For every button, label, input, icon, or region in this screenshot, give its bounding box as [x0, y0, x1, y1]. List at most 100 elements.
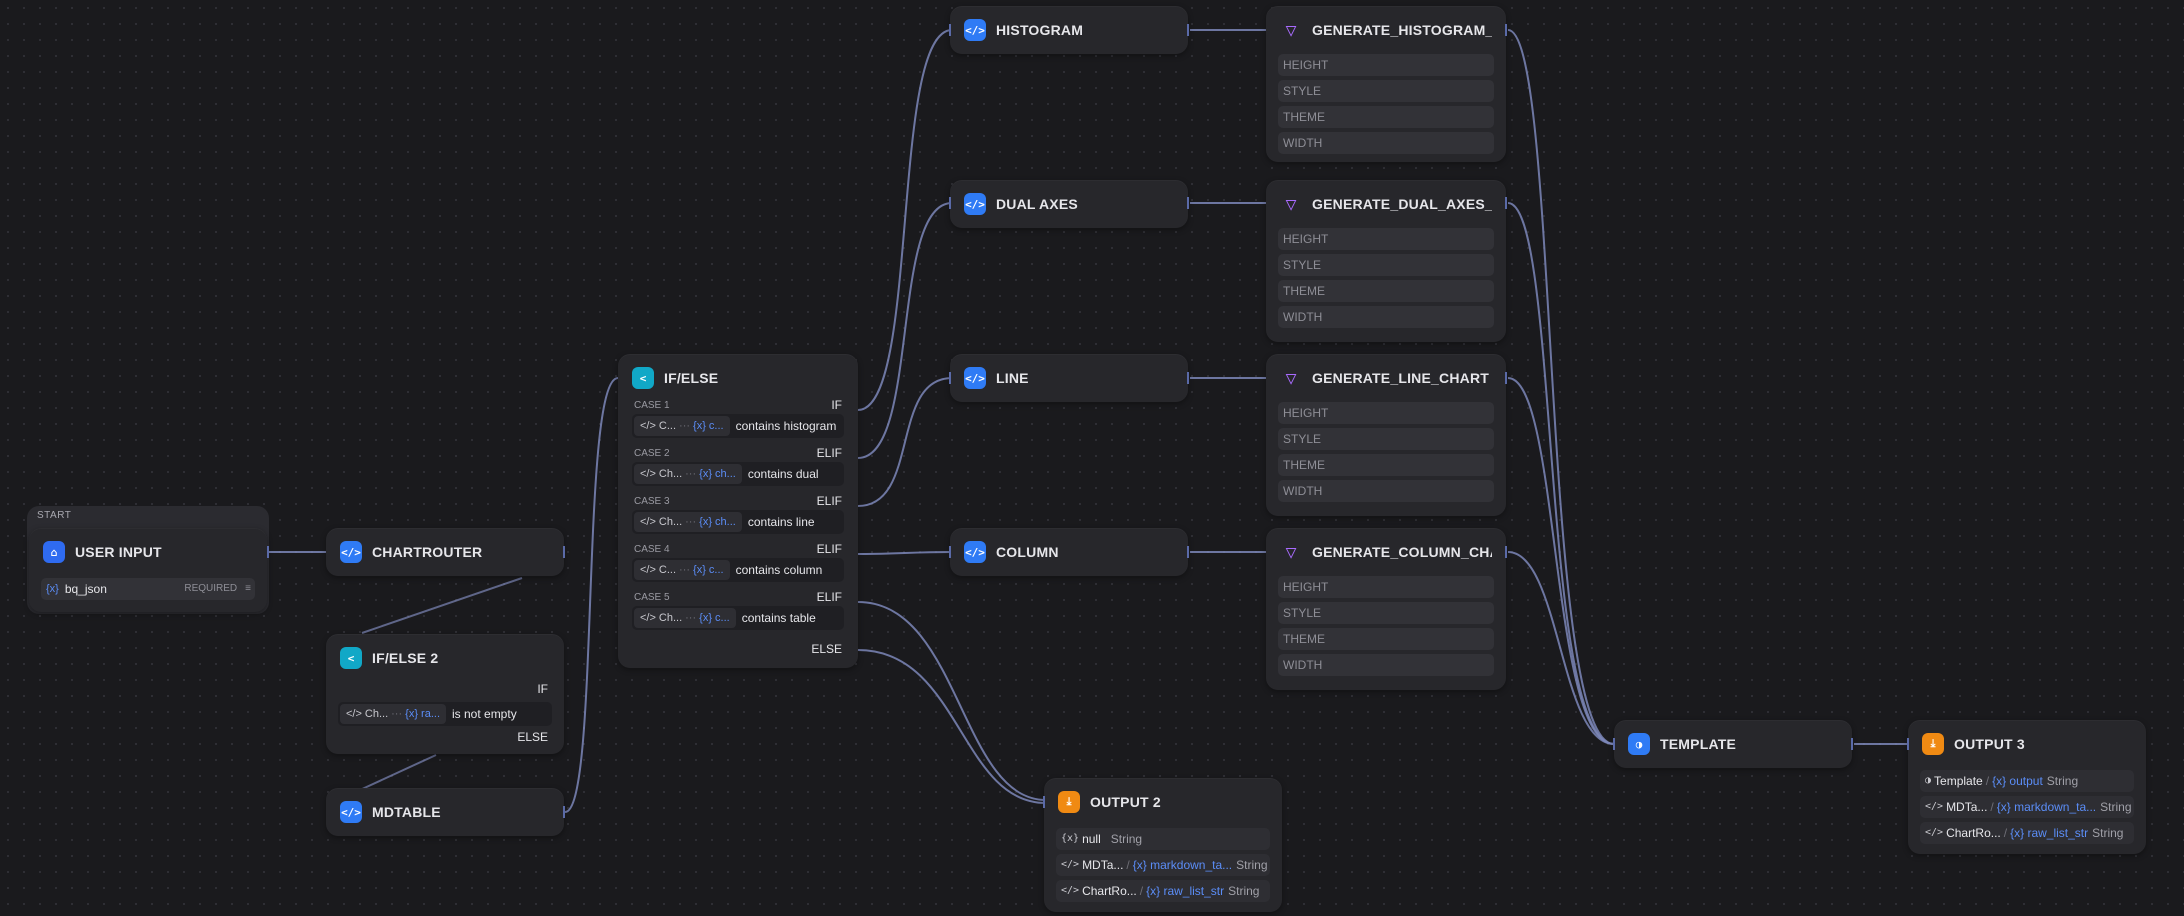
- column-node[interactable]: </> COLUMN: [950, 528, 1188, 576]
- handle[interactable]: [949, 372, 951, 384]
- variable-name: {x} raw_list_str: [1146, 884, 1225, 898]
- chartrouter-node[interactable]: </> CHARTROUTER: [326, 528, 564, 576]
- start-tag: START: [37, 510, 72, 521]
- variable-name: {x} markdown_ta...: [1996, 800, 2097, 814]
- code-icon: </>: [340, 541, 362, 563]
- condition-row[interactable]: </> Ch... ··· {x} ra... is not empty: [338, 702, 552, 726]
- generate-line-chart-node[interactable]: ▽ GENERATE_LINE_CHART HEIGHT STYLE THEME WI…: [1266, 354, 1506, 516]
- ifelse-node[interactable]: < IF/ELSE CASE 1 IF </> C... ··· {x} c..…: [618, 354, 858, 668]
- handle[interactable]: [1187, 546, 1189, 558]
- dual-axes-node[interactable]: </> DUAL AXES: [950, 180, 1188, 228]
- param-width[interactable]: WIDTH: [1278, 480, 1494, 502]
- output3-node[interactable]: ⤓ OUTPUT 3 ◑ Template / {x} output Strin…: [1908, 720, 2146, 854]
- param-height[interactable]: HEIGHT: [1278, 402, 1494, 424]
- edge-llm-hist-template: [1507, 29, 1615, 745]
- param-style[interactable]: STYLE: [1278, 254, 1494, 276]
- start-node[interactable]: START ⌂ USER INPUT {x} bq_json REQUIRED …: [27, 506, 269, 614]
- output-variable-row[interactable]: </> MDTa... / {x} markdown_ta... String: [1920, 796, 2134, 818]
- handle[interactable]: [1043, 796, 1045, 808]
- param-height[interactable]: HEIGHT: [1278, 228, 1494, 250]
- node-title: DUAL AXES: [996, 196, 1078, 212]
- branch-icon: <: [340, 647, 362, 669]
- output-variable-row[interactable]: ◑ Template / {x} output String: [1920, 770, 2134, 792]
- param-theme[interactable]: THEME: [1278, 106, 1494, 128]
- variable-source-icon: ◑: [1925, 775, 1932, 786]
- handle[interactable]: [1505, 372, 1507, 384]
- variable-source: MDTa...: [1946, 800, 1988, 814]
- param-height[interactable]: HEIGHT: [1278, 576, 1494, 598]
- handle[interactable]: [1505, 546, 1507, 558]
- ifelse2-node[interactable]: < IF/ELSE 2 IF </> Ch... ··· {x} ra... i…: [326, 634, 564, 754]
- code-icon: </>: [964, 19, 986, 41]
- condition-row[interactable]: </> C... ··· {x} c... contains histogram: [632, 414, 844, 438]
- case-keyword: ELIF: [816, 494, 842, 508]
- handle[interactable]: [1187, 24, 1189, 36]
- handle[interactable]: [949, 197, 951, 209]
- param-width[interactable]: WIDTH: [1278, 132, 1494, 154]
- param-theme[interactable]: THEME: [1278, 454, 1494, 476]
- handle[interactable]: [1613, 738, 1615, 750]
- condition-row[interactable]: </> C... ··· {x} c... contains column: [632, 558, 844, 582]
- handle[interactable]: [563, 546, 565, 558]
- output-variable-row[interactable]: </> ChartRo... / {x} raw_list_str String: [1920, 822, 2134, 844]
- mdtable-node[interactable]: </> MDTABLE: [326, 788, 564, 836]
- condition-variable[interactable]: </> Ch... ··· {x} c...: [634, 608, 736, 628]
- output-variable-row[interactable]: </> MDTa... / {x} markdown_ta... String: [1056, 854, 1270, 876]
- variable-source: ChartRo...: [1946, 826, 2001, 840]
- param-height[interactable]: HEIGHT: [1278, 54, 1494, 76]
- llm-icon: ▽: [1285, 193, 1297, 215]
- output2-node[interactable]: ⤓ OUTPUT 2 {x} null String </> MDTa... /…: [1044, 778, 1282, 912]
- condition-variable[interactable]: </> Ch... ··· {x} ra...: [340, 704, 446, 724]
- condition-row[interactable]: </> Ch... ··· {x} ch... contains line: [632, 510, 844, 534]
- handle[interactable]: [949, 546, 951, 558]
- handle[interactable]: [1187, 372, 1189, 384]
- handle[interactable]: [1907, 738, 1909, 750]
- edge-case1-histogram: [857, 29, 953, 411]
- condition-variable[interactable]: </> Ch... ··· {x} ch...: [634, 464, 742, 484]
- output-icon: ⤓: [1922, 733, 1944, 755]
- condition-variable[interactable]: </> C... ··· {x} c...: [634, 560, 730, 580]
- node-title: CHARTROUTER: [372, 544, 483, 560]
- edge-mdtable-ifelse: [564, 377, 619, 813]
- handle[interactable]: [1187, 197, 1189, 209]
- separator: /: [1126, 858, 1130, 872]
- generate-histogram-chart-node[interactable]: ▽ GENERATE_HISTOGRAM_CHART HEIGHT STYLE TH…: [1266, 6, 1506, 162]
- histogram-node[interactable]: </> HISTOGRAM: [950, 6, 1188, 54]
- condition-row[interactable]: </> Ch... ··· {x} c... contains table: [632, 606, 844, 630]
- input-variable-row[interactable]: {x} bq_json REQUIRED ≡: [41, 578, 255, 600]
- case-label: CASE 1: [634, 400, 670, 411]
- condition-operator: contains table: [741, 611, 816, 625]
- param-style[interactable]: STYLE: [1278, 428, 1494, 450]
- handle[interactable]: [1505, 24, 1507, 36]
- template-icon: ◑: [1628, 733, 1650, 755]
- llm-icon: ▽: [1285, 367, 1297, 389]
- condition-operator: contains column: [735, 563, 823, 577]
- param-style[interactable]: STYLE: [1278, 80, 1494, 102]
- handle[interactable]: [563, 806, 565, 818]
- param-style[interactable]: STYLE: [1278, 602, 1494, 624]
- node-title: USER INPUT: [75, 544, 162, 560]
- template-node[interactable]: ◑ TEMPLATE: [1614, 720, 1852, 768]
- line-node[interactable]: </> LINE: [950, 354, 1188, 402]
- param-width[interactable]: WIDTH: [1278, 306, 1494, 328]
- generate-column-chart-node[interactable]: ▽ GENERATE_COLUMN_CHART HEIGHT STYLE THEME…: [1266, 528, 1506, 690]
- param-theme[interactable]: THEME: [1278, 280, 1494, 302]
- handle[interactable]: [949, 24, 951, 36]
- handle[interactable]: [267, 546, 269, 558]
- variable-type: String: [1236, 858, 1268, 872]
- branch-icon: <: [632, 367, 654, 389]
- case-keyword: IF: [831, 398, 842, 412]
- variable-type: String: [1110, 832, 1143, 846]
- condition-variable[interactable]: </> C... ··· {x} c...: [634, 416, 730, 436]
- param-width[interactable]: WIDTH: [1278, 654, 1494, 676]
- generate-dual-axes-chart-node[interactable]: ▽ GENERATE_DUAL_AXES_CHART HEIGHT STYLE TH…: [1266, 180, 1506, 342]
- condition-row[interactable]: </> Ch... ··· {x} ch... contains dual: [632, 462, 844, 486]
- node-title: GENERATE_DUAL_AXES_CHART: [1312, 196, 1492, 212]
- output-variable-row[interactable]: {x} null String: [1056, 828, 1270, 850]
- handle[interactable]: [1851, 738, 1853, 750]
- handle[interactable]: [1505, 197, 1507, 209]
- code-icon: </>: [640, 612, 656, 624]
- condition-variable[interactable]: </> Ch... ··· {x} ch...: [634, 512, 742, 532]
- output-variable-row[interactable]: </> ChartRo... / {x} raw_list_str String: [1056, 880, 1270, 902]
- param-theme[interactable]: THEME: [1278, 628, 1494, 650]
